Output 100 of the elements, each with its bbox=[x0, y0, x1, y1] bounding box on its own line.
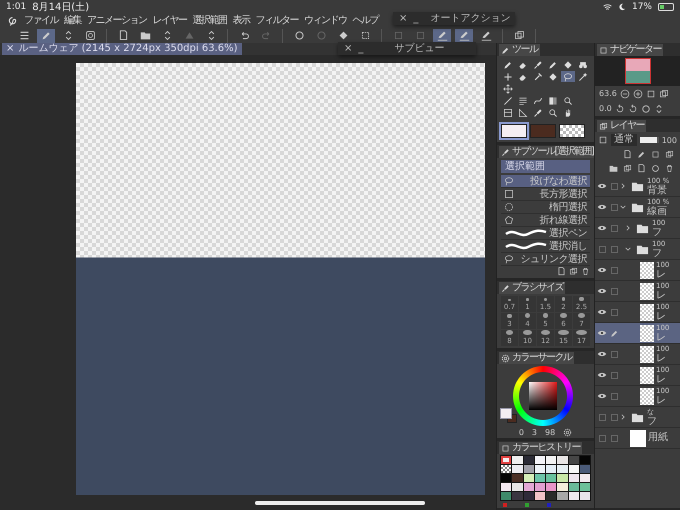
panel-tab[interactable]: ツール bbox=[499, 44, 540, 56]
color-swatch[interactable] bbox=[512, 483, 522, 491]
panel-tab[interactable]: レイヤー bbox=[597, 120, 646, 132]
saturation-value-square[interactable] bbox=[529, 382, 557, 410]
toolbar-button[interactable] bbox=[433, 28, 451, 42]
main-color-swatch[interactable] bbox=[500, 408, 512, 419]
tool-button[interactable] bbox=[501, 83, 515, 94]
color-swatch[interactable] bbox=[568, 483, 579, 491]
color-swatch[interactable] bbox=[534, 492, 545, 500]
color-swatch[interactable] bbox=[534, 483, 545, 491]
close-button[interactable]: × bbox=[344, 42, 352, 54]
color-swatch[interactable] bbox=[501, 474, 512, 482]
color-swatch[interactable] bbox=[568, 492, 579, 500]
minimize-button[interactable]: _ bbox=[413, 12, 418, 24]
subtool-group-label[interactable]: 選択範囲 bbox=[501, 160, 590, 173]
color-swatch[interactable] bbox=[546, 465, 556, 473]
subtool-item[interactable]: 折れ線選択 bbox=[501, 214, 590, 227]
tool-button[interactable] bbox=[561, 71, 575, 82]
menu-item[interactable]: フィルター bbox=[256, 15, 298, 27]
edit-toggle[interactable] bbox=[610, 414, 618, 420]
subtool-item[interactable]: シュリンク選択 bbox=[501, 253, 590, 266]
color-swatch[interactable] bbox=[580, 492, 590, 500]
color-swatch[interactable] bbox=[512, 474, 522, 482]
edit-toggle[interactable] bbox=[610, 204, 618, 210]
tool-button[interactable] bbox=[576, 71, 590, 82]
menu-item[interactable]: 選択範囲 bbox=[192, 15, 226, 27]
menu-item[interactable]: 表示 bbox=[232, 15, 250, 27]
edit-toggle[interactable] bbox=[610, 434, 618, 442]
tool-button[interactable] bbox=[501, 95, 515, 106]
color-swatch[interactable] bbox=[557, 483, 568, 491]
panel-tab[interactable]: カラーサークル bbox=[499, 352, 574, 364]
color-swatch[interactable] bbox=[546, 456, 556, 464]
menu-item[interactable]: 編集 bbox=[64, 15, 81, 27]
subtool-item[interactable]: 選択消し bbox=[501, 240, 590, 253]
color-swatch[interactable] bbox=[580, 465, 590, 473]
color-swatch[interactable] bbox=[501, 483, 512, 491]
tool-button[interactable] bbox=[501, 107, 515, 118]
color-swatch[interactable] bbox=[557, 474, 568, 482]
color-swatch[interactable] bbox=[580, 474, 590, 482]
color-swatch[interactable] bbox=[557, 492, 568, 500]
visibility-toggle[interactable] bbox=[598, 414, 606, 420]
color-swatch[interactable] bbox=[568, 474, 579, 482]
transparent-color-swatch[interactable] bbox=[501, 465, 512, 473]
color-swatch[interactable] bbox=[524, 465, 534, 473]
menu-item[interactable]: ヘルプ bbox=[352, 15, 378, 27]
visibility-toggle[interactable] bbox=[598, 434, 606, 442]
color-swatch[interactable] bbox=[512, 456, 522, 464]
subtool-item[interactable]: 選択ペン bbox=[501, 227, 590, 240]
color-swatch[interactable] bbox=[512, 492, 522, 500]
subtool-item[interactable]: 楕円選択 bbox=[501, 201, 590, 214]
subtool-item[interactable]: 投げなわ選択 bbox=[501, 175, 590, 188]
minimize-button[interactable]: _ bbox=[358, 42, 364, 54]
color-swatch[interactable] bbox=[557, 456, 568, 464]
edit-toggle[interactable] bbox=[610, 372, 618, 378]
color-swatch[interactable] bbox=[568, 456, 579, 464]
edit-toggle[interactable] bbox=[610, 246, 618, 252]
color-swatch[interactable] bbox=[501, 124, 527, 138]
color-swatch[interactable] bbox=[568, 465, 579, 473]
color-swatch[interactable] bbox=[546, 492, 556, 500]
canvas-thumbnail[interactable] bbox=[624, 58, 650, 84]
color-swatch[interactable] bbox=[534, 474, 545, 482]
visibility-toggle[interactable] bbox=[598, 246, 606, 252]
color-swatch[interactable] bbox=[557, 465, 568, 473]
menu-item[interactable]: ウィンドウ bbox=[304, 15, 346, 27]
color-swatch[interactable] bbox=[524, 492, 534, 500]
panel-tab[interactable]: カラーヒストリー bbox=[499, 442, 582, 454]
color-swatch[interactable] bbox=[580, 483, 590, 491]
color-swatch[interactable] bbox=[512, 465, 522, 473]
color-swatch[interactable] bbox=[524, 474, 534, 482]
close-button[interactable]: × bbox=[399, 12, 408, 24]
color-swatch[interactable] bbox=[546, 483, 556, 491]
toolbar-button[interactable] bbox=[37, 28, 55, 42]
tool-button[interactable] bbox=[531, 95, 545, 106]
document-tab[interactable]: × ルームウェア (2145 x 2724px 350dpi 63.6%) bbox=[2, 43, 242, 55]
close-button[interactable]: × bbox=[6, 43, 14, 55]
color-swatch[interactable] bbox=[501, 456, 512, 464]
menu-item[interactable]: ファイル bbox=[24, 15, 58, 27]
blend-mode-dropdown[interactable]: 通常 bbox=[611, 134, 637, 146]
edit-toggle[interactable] bbox=[610, 308, 618, 316]
edit-toggle[interactable] bbox=[610, 182, 618, 190]
panel-tab[interactable]: サブツール[選択範囲] bbox=[499, 146, 596, 158]
tool-button[interactable] bbox=[576, 59, 590, 70]
color-swatch[interactable] bbox=[534, 465, 545, 473]
menu-item[interactable]: アニメーション bbox=[87, 15, 146, 27]
edit-toggle[interactable] bbox=[610, 350, 618, 358]
edit-toggle[interactable] bbox=[610, 392, 618, 400]
color-swatch[interactable] bbox=[530, 124, 556, 138]
menu-item[interactable]: レイヤー bbox=[152, 15, 186, 27]
edit-toggle[interactable] bbox=[610, 266, 618, 274]
edit-toggle[interactable] bbox=[610, 224, 618, 232]
color-swatch[interactable] bbox=[534, 456, 545, 464]
panel-tab[interactable]: ナビゲーター bbox=[597, 44, 663, 56]
tool-button[interactable] bbox=[516, 107, 530, 118]
color-swatch[interactable] bbox=[501, 492, 512, 500]
layer-row[interactable]: 用紙 bbox=[595, 428, 680, 449]
transparent-color-swatch[interactable] bbox=[559, 124, 585, 138]
color-swatch[interactable] bbox=[580, 456, 590, 464]
toolbar-button[interactable] bbox=[455, 28, 473, 42]
color-swatch[interactable] bbox=[546, 474, 556, 482]
edit-toggle[interactable] bbox=[610, 288, 618, 294]
